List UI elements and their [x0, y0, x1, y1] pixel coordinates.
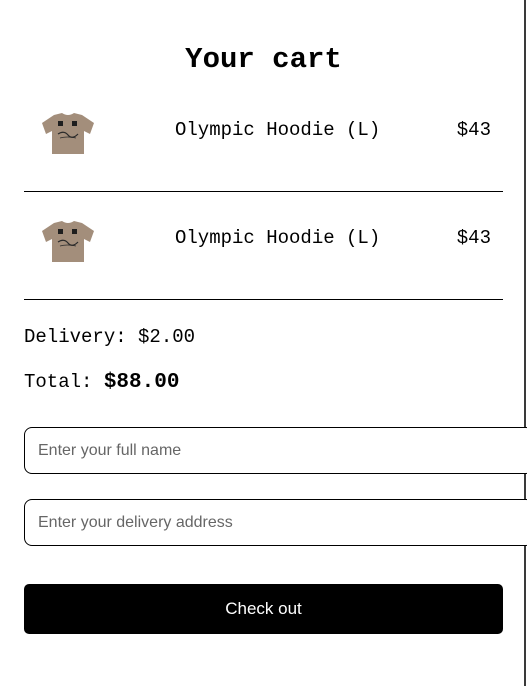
product-thumbnail-icon: [42, 113, 94, 154]
cart-item-price: $43: [456, 227, 491, 249]
checkout-button[interactable]: Check out: [24, 584, 503, 634]
cart-item: Olympic Hoodie (L) $43: [24, 84, 503, 192]
cart-item-name: Olympic Hoodie (L): [175, 227, 381, 249]
total-row: Total: $88.00: [24, 368, 179, 397]
delivery-row: Delivery: $2.00: [24, 324, 195, 350]
total-label: Total:: [24, 371, 93, 393]
delivery-value: $2.00: [138, 326, 196, 348]
delivery-label: Delivery:: [24, 326, 127, 348]
total-value: $88.00: [103, 371, 180, 394]
cart-item-name: Olympic Hoodie (L): [175, 119, 381, 141]
full-name-input[interactable]: [24, 427, 527, 474]
cart-item: Olympic Hoodie (L) $43: [24, 192, 503, 300]
delivery-address-input[interactable]: [24, 499, 527, 546]
cart-item-price: $43: [456, 119, 491, 141]
page-title: Your cart: [185, 43, 342, 76]
product-thumbnail-icon: [42, 221, 94, 262]
window-edge: [524, 0, 526, 686]
